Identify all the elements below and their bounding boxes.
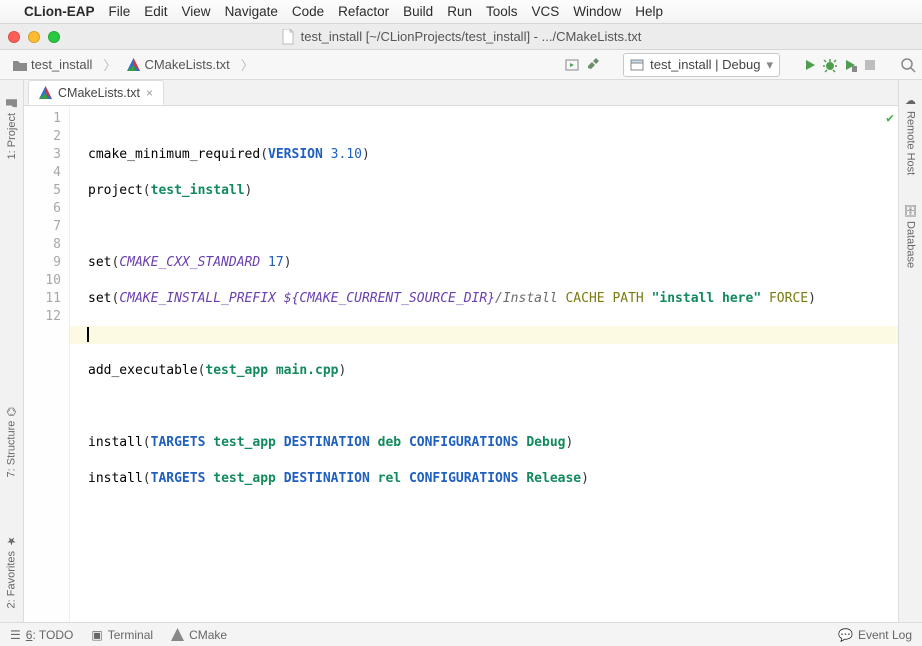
line-number: 1 [24,110,61,128]
left-tool-stripe: 1: Project 7: Structure ⌬ 2: Favorites ★ [0,80,24,622]
tool-database[interactable]: 🗄 Database [904,203,917,268]
tool-cmake[interactable]: CMake [171,628,227,642]
database-icon: 🗄 [904,203,917,217]
status-bar: ☰ 6: TODO ▣ Terminal CMake 💬 Event Log [0,622,922,646]
stop-button[interactable] [862,57,878,73]
line-number: 5 [24,182,61,200]
build-icon[interactable] [585,57,601,73]
tool-terminal-label: Terminal [108,628,153,642]
chevron-right-icon: 〉 [241,55,254,74]
tab-label: CMakeLists.txt [58,86,140,100]
zoom-window-button[interactable] [48,31,60,43]
menu-build[interactable]: Build [403,4,433,19]
text-cursor [87,327,89,342]
run-button[interactable] [802,57,818,73]
cmake-icon [127,58,140,71]
inspection-ok-icon[interactable]: ✔ [886,110,894,128]
line-number: 2 [24,128,61,146]
star-icon: ★ [5,534,18,547]
menu-app[interactable]: CLion-EAP [24,4,95,19]
cmake-icon [39,86,52,99]
line-number: 4 [24,164,61,182]
menu-file[interactable]: File [109,4,131,19]
structure-icon: ⌬ [5,407,18,417]
menu-window[interactable]: Window [573,4,621,19]
tool-todo-label: : TODO [32,628,73,642]
debug-button[interactable] [822,57,838,73]
speech-bubble-icon: 💬 [838,628,853,642]
cmake-icon [171,628,184,641]
tool-favorites-label: 2: Favorites [6,551,18,608]
breadcrumb-project[interactable]: test_install [6,54,99,76]
tool-terminal[interactable]: ▣ Terminal [91,628,153,642]
tool-structure[interactable]: 7: Structure ⌬ [5,407,18,477]
breadcrumb-file[interactable]: CMakeLists.txt [120,54,236,76]
navigation-toolbar: test_install 〉 CMakeLists.txt 〉 test_ins… [0,50,922,80]
terminal-icon: ▣ [91,628,102,642]
line-number: 12 [24,308,61,326]
tool-structure-label: 7: Structure [6,421,18,478]
run-config-selector[interactable]: test_install | Debug ▾ [623,53,780,77]
minimize-window-button[interactable] [28,31,40,43]
tool-remote-host[interactable]: ☁ Remote Host [904,94,917,175]
line-number: 8 [24,236,61,254]
tool-cmake-label: CMake [189,628,227,642]
chevron-down-icon: ▾ [766,57,773,73]
tool-database-label: Database [905,221,917,268]
code-editor[interactable]: 1 2 3 4 5 6 7 8 9 10 11 12 ✔ cmake_minim… [24,106,898,622]
close-tab-icon[interactable]: × [146,86,153,100]
chevron-right-icon: 〉 [103,55,116,74]
line-number: 10 [24,272,61,290]
run-config-label: test_install | Debug [650,57,760,72]
search-everywhere-icon[interactable] [900,57,916,73]
menu-navigate[interactable]: Navigate [225,4,278,19]
line-number: 7 [24,218,61,236]
breadcrumb-file-label: CMakeLists.txt [144,57,229,72]
line-gutter: 1 2 3 4 5 6 7 8 9 10 11 12 [24,106,70,622]
run-dashboard-icon[interactable] [565,57,581,73]
folder-icon [6,98,17,109]
right-tool-stripe: ☁ Remote Host 🗄 Database [898,80,922,622]
menu-help[interactable]: Help [635,4,663,19]
run-with-coverage-button[interactable] [842,57,858,73]
menu-edit[interactable]: Edit [144,4,167,19]
remote-host-icon: ☁ [904,94,917,107]
list-icon: ☰ [10,628,21,642]
line-number: 6 [24,200,61,218]
application-icon [630,58,644,72]
close-window-button[interactable] [8,31,20,43]
tool-project-label: 1: Project [6,113,18,159]
editor: CMakeLists.txt × 1 2 3 4 5 6 7 8 9 10 11… [24,80,898,622]
menu-view[interactable]: View [182,4,211,19]
line-number: 9 [24,254,61,272]
window-controls [8,31,60,43]
menu-code[interactable]: Code [292,4,324,19]
menu-run[interactable]: Run [447,4,472,19]
event-log-label: Event Log [858,628,912,642]
event-log[interactable]: 💬 Event Log [838,628,912,642]
menu-refactor[interactable]: Refactor [338,4,389,19]
macos-menubar: CLion-EAP File Edit View Navigate Code R… [0,0,922,24]
menu-vcs[interactable]: VCS [531,4,559,19]
tool-remote-label: Remote Host [905,111,917,175]
window-titlebar: test_install [~/CLionProjects/test_insta… [0,24,922,50]
main-area: 1: Project 7: Structure ⌬ 2: Favorites ★… [0,80,922,622]
document-icon [281,29,295,45]
folder-icon [13,59,27,71]
window-title: test_install [~/CLionProjects/test_insta… [301,29,642,44]
breadcrumb-project-label: test_install [31,57,92,72]
tool-todo[interactable]: ☰ 6: TODO [10,628,73,642]
tool-favorites[interactable]: 2: Favorites ★ [5,534,18,608]
tab-cmakelists[interactable]: CMakeLists.txt × [28,80,164,105]
editor-tabs: CMakeLists.txt × [24,80,898,106]
line-number: 3 [24,146,61,164]
line-number: 11 [24,290,61,308]
tool-project[interactable]: 1: Project [6,98,18,159]
menu-tools[interactable]: Tools [486,4,518,19]
code-content[interactable]: ✔ cmake_minimum_required(VERSION 3.10) p… [70,106,898,622]
